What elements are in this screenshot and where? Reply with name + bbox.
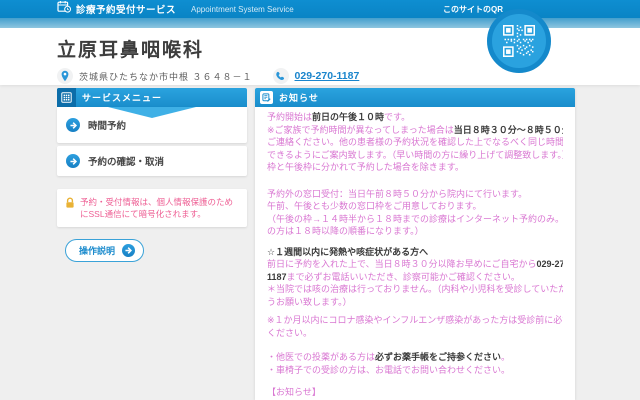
menu-item-label: 予約の確認・取消 [88, 154, 164, 168]
help-button[interactable]: 操作説明 [65, 239, 144, 262]
app-bar: 診療予約受付サービス Appointment System Service この… [0, 0, 640, 18]
notice-line: の方は１８時以降の順番になります。） [267, 225, 563, 238]
notice-line: 予約外の窓口受付：当日午前８時５０分から院内にて行います。 [267, 188, 563, 201]
site-qr-code [487, 9, 551, 73]
notice-line: ご連絡ください。他の患者様の予約状況を確認した上でなるべく同じ時間帯に受診 [267, 136, 563, 149]
menu-grid-icon [57, 88, 76, 107]
notice-line: できるようにご案内致します。（早い時間の方に繰り上げて調整致します。）※午前 [267, 149, 563, 162]
arrow-right-icon [66, 154, 80, 168]
arrow-right-icon [66, 118, 80, 132]
ssl-note-text: 予約・受付情報は、個人情報保護のためにSSL通信にて暗号化されます。 [80, 196, 239, 220]
notice-block: ☆１週間以内に発熱や咳症状がある方へ前日に予約を入れた上で、当日８時３０分以降お… [267, 246, 563, 309]
notice-header: お知らせ [255, 88, 575, 107]
notice-block: ※１か月以内にコロナ感染やインフルエンザ感染があった方は受診前に必ずご連絡くださ… [267, 314, 563, 339]
clinic-meta: 茨城県ひたちなか市中根 ３６４８－１ 029-270-1187 [57, 68, 640, 84]
map-pin-icon [57, 68, 73, 84]
notice-line: （午後の枠→１４時半から１８時までの診療はインターネット予約のみ。窓口受付 [267, 213, 563, 226]
notice-line: 【お知らせ】 [267, 386, 563, 399]
notice-block: ・他医での投薬がある方は必ずお薬手帳をご持参ください。・車椅子での受診の方は、お… [267, 351, 563, 376]
memo-icon [260, 91, 273, 104]
notice-line: 予約開始は前日の午後１０時です。 [267, 111, 563, 124]
notice-line: 午前、午後とも少数の窓口枠をご用意しております。 [267, 200, 563, 213]
notice-line: 1187まで必ずお電話いいただき、診察可能かご確認ください。 [267, 271, 563, 284]
notice-line: うお願い致します。） [267, 296, 563, 309]
notice-line: ・他医での投薬がある方は必ずお薬手帳をご持参ください。 [267, 351, 563, 364]
notice-line: ☆１週間以内に発熱や咳症状がある方へ [267, 246, 563, 259]
notice-line: ください。 [267, 327, 563, 340]
notice-block: 【お知らせ】・休診日については受付にてご確認ください。 [267, 386, 563, 400]
clinic-name: 立原耳鼻咽喉科 [57, 35, 640, 62]
notice-body: 予約開始は前日の午後１０時です。※ご家族で予約時間が異なってしまった場合は当日８… [255, 107, 575, 400]
notice-block: 予約開始は前日の午後１０時です。※ご家族で予約時間が異なってしまった場合は当日８… [267, 111, 563, 174]
notice-panel: お知らせ 予約開始は前日の午後１０時です。※ご家族で予約時間が異なってしまった場… [255, 88, 575, 400]
notice-line: ・車椅子での受診の方は、お電話でお問い合わせください。 [267, 364, 563, 377]
notice-line: ※ご家族で予約時間が異なってしまった場合は当日８時３０分～８時５０分までに [267, 124, 563, 137]
triangle-down-pointer [108, 107, 196, 118]
app-subtitle: Appointment System Service [191, 5, 294, 14]
phone-icon [273, 68, 289, 84]
lock-icon [65, 196, 75, 220]
calendar-clock-icon [57, 0, 71, 18]
phone-link[interactable]: 029-270-1187 [295, 70, 360, 82]
notice-line: 前日に予約を入れた上で、当日８時３０分以降お早めにご自宅から029-270- [267, 258, 563, 271]
help-button-label: 操作説明 [79, 244, 115, 257]
notice-title: お知らせ [279, 91, 319, 104]
menu-item-confirm-cancel[interactable]: 予約の確認・取消 [57, 146, 247, 176]
menu-item-label: 時間予約 [88, 118, 126, 132]
service-menu-title: サービスメニュー [82, 91, 162, 104]
notice-line: ＊当院では咳の治療は行っておりません。（内科や小児科を受診していただきますよ [267, 283, 563, 296]
notice-line: ※１か月以内にコロナ感染やインフルエンザ感染があった方は受診前に必ずご連絡 [267, 314, 563, 327]
sidebar: サービスメニュー 時間予約 予約の確認・取消 予約・受付情報は、個人情報保護のた… [57, 88, 247, 262]
site-qr-label: このサイトのQR [443, 4, 503, 15]
arrow-right-icon [122, 244, 135, 257]
notice-block: 予約外の窓口受付：当日午前８時５０分から院内にて行います。午前、午後とも少数の窓… [267, 188, 563, 238]
notice-line: 枠と午後枠に分かれて予約した場合を除きます。 [267, 161, 563, 174]
ssl-note: 予約・受付情報は、個人情報保護のためにSSL通信にて暗号化されます。 [57, 189, 247, 227]
app-title: 診療予約受付サービス [76, 2, 176, 16]
clinic-address: 茨城県ひたちなか市中根 ３６４８－１ [79, 70, 253, 83]
service-menu-header: サービスメニュー [57, 88, 247, 107]
